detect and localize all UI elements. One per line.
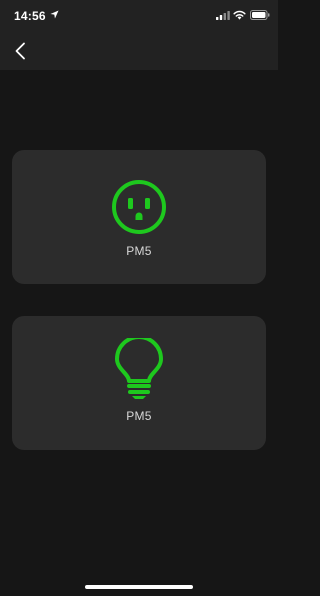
status-time: 14:56 (14, 9, 46, 23)
power-outlet-icon (112, 180, 166, 234)
device-card-outlet[interactable]: PM5 (12, 150, 266, 284)
chevron-left-icon (15, 42, 25, 60)
battery-icon (250, 10, 270, 20)
light-bulb-icon (115, 338, 163, 399)
device-label: PM5 (126, 244, 152, 258)
home-indicator[interactable] (85, 585, 193, 589)
navigation-bar (0, 32, 278, 70)
location-arrow-icon (50, 10, 59, 19)
cellular-signal-icon (216, 11, 230, 20)
device-label: PM5 (126, 409, 152, 423)
device-card-light[interactable]: PM5 (12, 316, 266, 450)
wifi-icon (233, 10, 246, 20)
back-button[interactable] (6, 36, 34, 66)
status-bar: 14:56 (0, 0, 278, 32)
